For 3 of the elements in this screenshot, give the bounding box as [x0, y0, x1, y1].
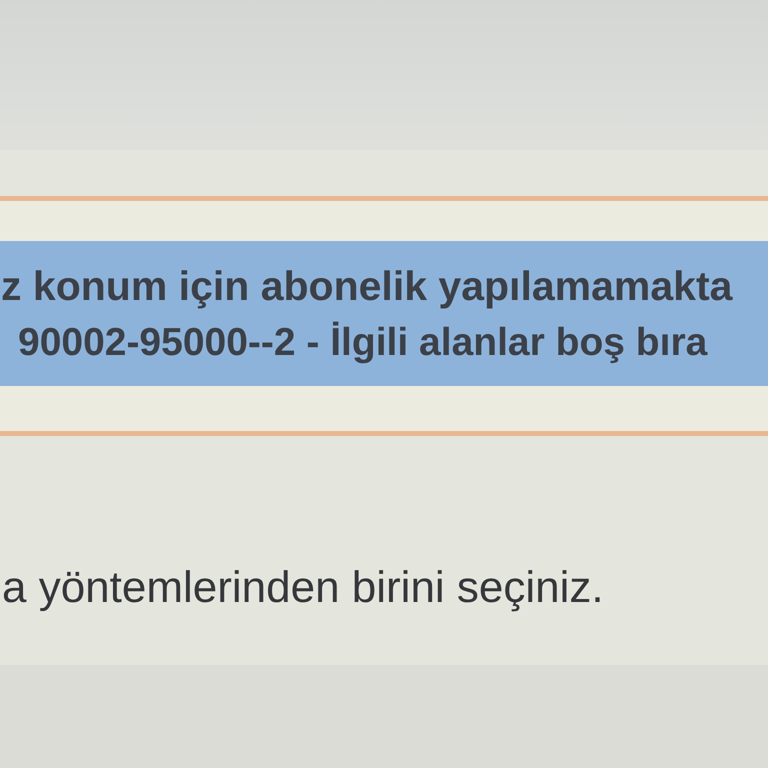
alert-message-line: 90002-95000--2 - İlgili alanlar boş bıra: [17, 320, 708, 366]
instruction-text: a yöntemlerinden birini seçiniz.: [1, 562, 604, 614]
alert-message-line: z konum için abonelik yapılamamakta: [0, 262, 732, 310]
